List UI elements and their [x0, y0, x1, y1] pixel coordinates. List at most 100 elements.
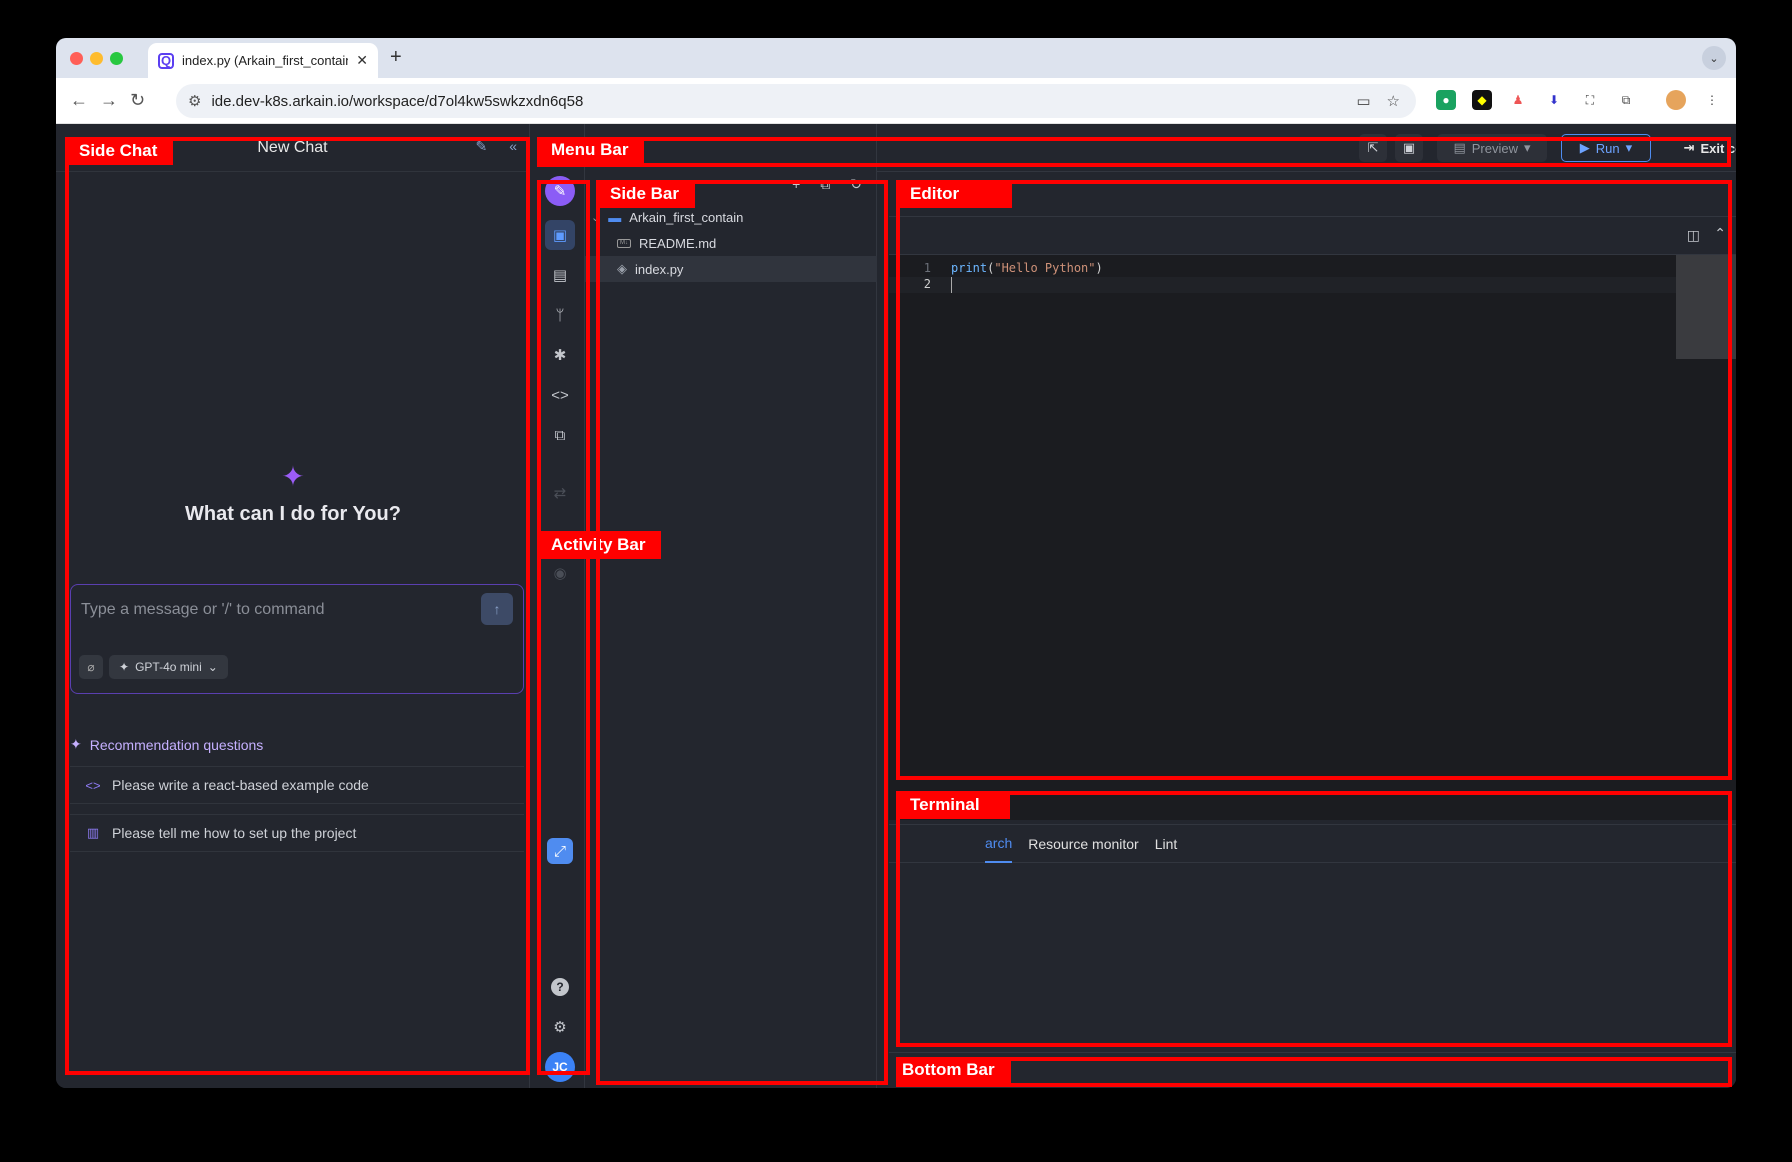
code-string: "Hello Python" [994, 261, 1096, 275]
line-number: 1 [923, 261, 931, 275]
code-line[interactable]: 1 print("Hello Python") [889, 261, 1103, 277]
forward-arrow-icon[interactable]: → [100, 90, 118, 111]
preview-button[interactable]: ▤ Preview ▾ [1437, 134, 1547, 162]
help-glyph: ? [551, 978, 569, 996]
browser-menu-icon[interactable]: ⋮ [1702, 90, 1722, 110]
collapse-chat-icon[interactable]: « [509, 138, 517, 155]
preview-label: Preview [1471, 140, 1518, 156]
book-icon: ▥ [86, 825, 100, 840]
address-bar[interactable]: ⚙ ide.dev-k8s.arkain.io/workspace/d7ol4k… [176, 84, 1416, 118]
explorer-briefcase-icon[interactable]: ▣ [545, 220, 575, 250]
new-chat-icon[interactable]: ✎ [475, 138, 487, 155]
ai-assistant-icon[interactable]: ✎ [545, 176, 575, 206]
extension-tool-icon[interactable]: ◆ [1472, 90, 1492, 110]
maximize-window-button[interactable] [110, 52, 123, 65]
editor-annotation-label: Editor [896, 180, 1012, 208]
site-settings-icon[interactable]: ⚙ [188, 92, 201, 110]
tab-strip: Q index.py (Arkain_first_contain ✕ + ⌄ [56, 38, 1736, 78]
side-bar-annotation-label: Side Bar [596, 180, 695, 208]
reload-icon[interactable]: ↻ [130, 90, 145, 111]
settings-gear-icon[interactable]: ⚙ [545, 1012, 575, 1042]
recommendation-item[interactable]: <> Please write a react-based example co… [70, 766, 524, 804]
code-icon: <> [85, 777, 101, 793]
extensions-puzzle-icon[interactable]: ⧉ [1616, 90, 1636, 110]
help-icon[interactable]: ? [545, 972, 575, 1002]
caret-down-icon: ▾ [1625, 140, 1633, 155]
code-function: print [951, 261, 988, 275]
file-item[interactable]: ◈ index.py [585, 256, 877, 282]
attach-file-icon[interactable]: ⌀ [79, 655, 103, 679]
minimize-window-button[interactable] [90, 52, 103, 65]
exit-container-button[interactable]: ⇥ Exit container [1665, 134, 1736, 162]
project-name: Arkain_first_contain [629, 209, 744, 225]
recommendation-text: Please tell me how to set up the project [112, 825, 357, 841]
chat-empty-state: ✦ What can I do for You? [56, 460, 530, 526]
chevron-up-icon[interactable]: ⌃ [1714, 225, 1726, 242]
chat-input-box[interactable]: Type a message or '/' to command ↑ ⌀ ✦ G… [70, 584, 524, 694]
extensions-icon[interactable]: ⧉ [545, 420, 575, 450]
git-branch-icon[interactable]: ᛘ [545, 300, 575, 330]
play-icon: ▶ [1579, 140, 1590, 155]
menu-bar-annotation-label: Menu Bar [537, 137, 645, 163]
bookmark-star-icon[interactable]: ☆ [1387, 92, 1400, 110]
expand-icon[interactable]: ⤢ [547, 838, 573, 864]
markdown-file-icon: M↓ [617, 238, 631, 248]
recommendation-item[interactable]: ▥ Please tell me how to set up the proje… [70, 814, 524, 852]
ai-chat-icon: ✦ [281, 461, 305, 492]
tab-resource-monitor[interactable]: Resource monitor [1028, 836, 1139, 852]
extension-download-icon[interactable]: ⬇ [1544, 90, 1564, 110]
browser-tab[interactable]: Q index.py (Arkain_first_contain ✕ [148, 43, 378, 78]
terminal-annotation-label: Terminal [896, 791, 1010, 819]
activity-bar: ✎ ▣ ▤ ᛘ ✱ <> ⧉ ⇄ ◉ ⤢ ? ⚙ JC [535, 124, 585, 1088]
back-arrow-icon[interactable]: ← [70, 90, 88, 111]
file-item[interactable]: M↓ README.md [585, 230, 877, 256]
extension-person-icon[interactable]: ♟ [1508, 90, 1528, 110]
new-tab-button[interactable]: + [390, 46, 402, 69]
python-file-icon: ◈ [617, 261, 627, 276]
close-window-button[interactable] [70, 52, 83, 65]
code-editor[interactable]: ◫ ⌃ 1 print("Hello Python") 2 [889, 216, 1736, 820]
code-line[interactable]: 2 [889, 277, 1676, 293]
run-button[interactable]: ▶ Run ▾ [1561, 134, 1651, 162]
extension-record-icon[interactable]: ● [1436, 90, 1456, 110]
split-editor-icon[interactable]: ◫ [1687, 227, 1700, 244]
bottom-bar-annotation-label: Bottom Bar [896, 1057, 1011, 1083]
arkain-favicon-icon: Q [158, 52, 174, 69]
install-app-icon[interactable]: ▭ [1356, 92, 1370, 110]
tab-lint[interactable]: Lint [1155, 836, 1178, 852]
tab-search-chevron-icon[interactable]: ⌄ [1702, 46, 1726, 70]
code-text: print("Hello Python") [943, 261, 1103, 277]
open-external-icon[interactable]: ⇱ [1359, 134, 1387, 162]
file-name: index.py [635, 261, 684, 277]
editor-tab-bar: ◫ ⌃ [889, 217, 1736, 255]
activity-bar-annotation-label: Activity Bar [537, 531, 662, 559]
model-name: GPT-4o mini [135, 660, 202, 674]
terminal-panel: arch Resource monitor Lint [889, 824, 1736, 1046]
refresh-icon[interactable]: ↻ [850, 176, 862, 193]
user-avatar[interactable]: JC [545, 1052, 575, 1082]
chat-title: New Chat [257, 138, 328, 156]
model-selector[interactable]: ✦ GPT-4o mini ⌄ [109, 655, 228, 679]
side-chat-annotation-label: Side Chat [65, 137, 174, 165]
tab-search[interactable]: arch [985, 825, 1013, 863]
send-button[interactable]: ↑ [481, 593, 513, 625]
new-file-icon[interactable]: + [792, 176, 800, 193]
terminal-tab-bar: arch Resource monitor Lint [889, 825, 1736, 863]
save-icon[interactable]: ▣ [1395, 134, 1423, 162]
recommendation-title: Recommendation questions [89, 736, 264, 753]
ide-workspace: New Chat ✎ « ✦ What can I do for You? Ty… [56, 124, 1736, 1088]
exit-label: Exit container [1700, 140, 1736, 156]
screenshot-icon[interactable]: ⛶ [1580, 90, 1600, 110]
sparkle-icon: ✦ [119, 660, 130, 674]
recommendation-text: Please write a react-based example code [112, 777, 369, 793]
minimap[interactable] [1676, 255, 1736, 359]
side-chat-panel: New Chat ✎ « ✦ What can I do for You? Ty… [56, 124, 530, 1088]
debug-bug-icon[interactable]: ✱ [545, 340, 575, 370]
close-tab-icon[interactable]: ✕ [356, 52, 368, 69]
search-panel-icon[interactable]: ▤ [545, 260, 575, 290]
profile-avatar[interactable] [1666, 90, 1686, 110]
code-icon[interactable]: <> [545, 380, 575, 410]
new-folder-icon[interactable]: ⧉ [820, 176, 830, 193]
cursor [951, 277, 960, 293]
chat-input-placeholder[interactable]: Type a message or '/' to command [81, 601, 325, 619]
